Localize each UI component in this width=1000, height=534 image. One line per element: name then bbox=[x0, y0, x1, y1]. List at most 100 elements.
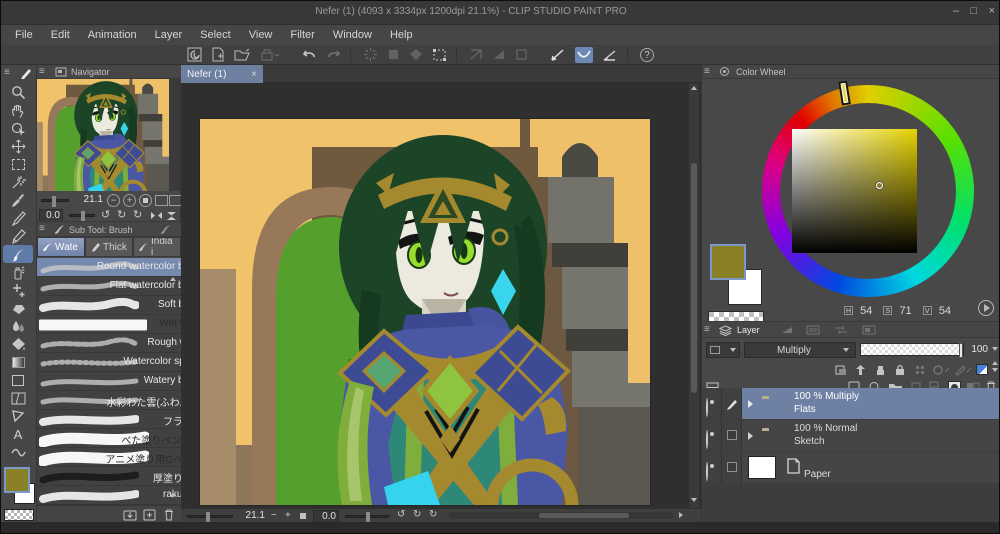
layer-opacity-slider[interactable] bbox=[860, 343, 964, 358]
saturation-value-square[interactable] bbox=[792, 129, 917, 253]
color-wheel-menu-icon[interactable]: ≡ bbox=[704, 65, 710, 79]
vertical-scroll-thumb[interactable] bbox=[691, 163, 697, 393]
navigator-rotation-slider[interactable] bbox=[69, 211, 95, 222]
color-mode-toggle-button[interactable] bbox=[978, 300, 994, 316]
document-tab[interactable]: Nefer (1) × bbox=[181, 65, 263, 83]
brush-item[interactable]: Wet wash bbox=[37, 315, 181, 334]
open-file-icon[interactable] bbox=[234, 48, 251, 62]
eyedropper-tool-icon[interactable] bbox=[3, 191, 33, 209]
subtool-menu-icon[interactable]: ≡ bbox=[39, 222, 45, 236]
navigator-rotate-cw-button[interactable]: ↻ bbox=[117, 208, 126, 221]
clip-to-layer-below-icon[interactable] bbox=[834, 364, 847, 376]
folder-expand-arrow[interactable] bbox=[748, 400, 753, 408]
brush-item[interactable]: 水彩わた雲(ふわふわ) bbox=[37, 391, 181, 410]
snap-off-2-icon[interactable] bbox=[492, 48, 506, 61]
subtool-tab-thick-paint[interactable]: Thick bbox=[85, 237, 133, 257]
undo-icon[interactable] bbox=[302, 48, 317, 62]
layer-tab-4-icon[interactable] bbox=[834, 325, 848, 335]
blend-mode-combo[interactable]: Multiply bbox=[744, 342, 856, 358]
paper-thumbnail[interactable] bbox=[748, 456, 776, 479]
main-color-swatch[interactable] bbox=[710, 244, 746, 280]
transparent-color-swatch[interactable] bbox=[4, 509, 34, 521]
canvas-reset-rotation-button[interactable]: ↻ bbox=[429, 509, 437, 520]
brush-list-scroll-up[interactable] bbox=[170, 260, 176, 281]
menu-animation[interactable]: Animation bbox=[88, 29, 137, 41]
selection-tool-icon[interactable] bbox=[3, 155, 33, 173]
canvas-rotate-ccw-button[interactable]: ↺ bbox=[397, 509, 405, 520]
figure-tool-icon[interactable] bbox=[3, 371, 33, 389]
layer-tab-3-icon[interactable] bbox=[806, 325, 820, 335]
scroll-right-arrow[interactable] bbox=[679, 512, 683, 518]
canvas-fit-button[interactable] bbox=[300, 513, 306, 519]
layer-checkbox[interactable] bbox=[727, 430, 737, 440]
navigator-zoom-out-button[interactable]: − bbox=[107, 194, 120, 207]
frame-border-tool-icon[interactable] bbox=[3, 389, 33, 407]
document-tab-close-icon[interactable]: × bbox=[251, 69, 257, 80]
snap-to-special-ruler-icon[interactable] bbox=[575, 46, 593, 63]
layer-tab-5-icon[interactable] bbox=[862, 325, 876, 335]
layer-visibility-icon[interactable] bbox=[706, 430, 708, 449]
menu-select[interactable]: Select bbox=[200, 29, 231, 41]
reference-layer-icon[interactable] bbox=[854, 364, 867, 376]
primary-color-swatch[interactable] bbox=[4, 467, 30, 493]
navigator-menu-icon[interactable]: ≡ bbox=[39, 65, 45, 79]
navigator-100-button[interactable] bbox=[155, 195, 168, 206]
decoration-tool-icon[interactable] bbox=[3, 281, 33, 299]
canvas-zoom-in-button[interactable]: + bbox=[285, 510, 291, 521]
blend-tool-icon[interactable] bbox=[3, 317, 33, 335]
brush-item[interactable]: Flat watercolor brush bbox=[37, 277, 181, 296]
menu-help[interactable]: Help bbox=[390, 29, 413, 41]
fill-tool-icon[interactable] bbox=[3, 335, 33, 353]
layer-panel-menu-icon[interactable]: ≡ bbox=[704, 323, 710, 337]
brush-item[interactable]: べた塗りペン_QM bbox=[37, 429, 181, 448]
canvas-rotate-cw-button[interactable]: ↻ bbox=[413, 509, 421, 520]
lock-layer-icon[interactable] bbox=[894, 364, 906, 376]
navigator-rotate-ccw-button[interactable]: ↺ bbox=[101, 208, 110, 221]
brush-item[interactable]: Soft bleed bbox=[37, 296, 181, 315]
canvas-horizontal-scrollbar[interactable] bbox=[449, 512, 673, 519]
menu-filter[interactable]: Filter bbox=[290, 29, 314, 41]
navigator-zoom-value[interactable]: 21.1 bbox=[75, 194, 103, 205]
canvas-document[interactable] bbox=[200, 119, 650, 505]
brush-item[interactable]: アニメ塗り用Gペン改 bbox=[37, 448, 181, 467]
canvas-zoom-value[interactable]: 21.1 bbox=[237, 510, 265, 521]
scroll-up-arrow[interactable] bbox=[691, 86, 697, 90]
auto-select-tool-icon[interactable] bbox=[3, 173, 33, 191]
canvas-zoom-out-button[interactable]: − bbox=[271, 510, 277, 521]
canvas-zoom-slider[interactable] bbox=[187, 512, 233, 523]
navigator-reset-rotation-button[interactable]: ↻ bbox=[133, 208, 142, 221]
layer-visibility-icon[interactable] bbox=[706, 462, 708, 481]
brush-item[interactable]: Watery brush bbox=[37, 372, 181, 391]
tool-strip-menu-icon[interactable]: ≡ bbox=[4, 66, 10, 80]
snap-off-3-icon[interactable] bbox=[515, 48, 528, 61]
canvas-vertical-scrollbar[interactable] bbox=[689, 83, 699, 508]
navigator-thumbnail[interactable] bbox=[37, 79, 181, 191]
layer-opacity-value[interactable]: 100 bbox=[968, 344, 988, 355]
brush-item[interactable]: rakuPEN bbox=[37, 486, 181, 505]
help-icon[interactable]: ? bbox=[640, 47, 654, 62]
opacity-slider-handle[interactable] bbox=[959, 343, 963, 358]
folder-expand-arrow[interactable] bbox=[748, 432, 753, 440]
menu-view[interactable]: View bbox=[249, 29, 273, 41]
draft-layer-icon[interactable] bbox=[954, 364, 972, 376]
snap-to-grid-icon[interactable] bbox=[602, 48, 618, 62]
layer-color-swatch[interactable] bbox=[976, 364, 988, 375]
eraser-tool-icon[interactable] bbox=[3, 299, 33, 317]
maximize-button[interactable]: □ bbox=[970, 5, 977, 17]
text-tool-icon[interactable]: A bbox=[3, 425, 33, 443]
airbrush-tool-icon[interactable] bbox=[3, 263, 33, 281]
canvas-rotation-slider[interactable] bbox=[345, 512, 389, 523]
import-subtool-icon[interactable] bbox=[123, 508, 137, 521]
zoom-tool-icon[interactable] bbox=[3, 83, 33, 101]
subtool-tab-watercolor[interactable]: Wate bbox=[37, 237, 85, 257]
correct-line-tool-icon[interactable] bbox=[3, 407, 33, 425]
layer-row-sketch[interactable]: 100 % Normal Sketch bbox=[702, 420, 999, 451]
minimize-button[interactable]: – bbox=[953, 5, 959, 17]
close-button[interactable]: × bbox=[989, 5, 995, 17]
enable-mask-icon[interactable] bbox=[914, 364, 926, 376]
snap-to-ruler-icon[interactable] bbox=[550, 48, 566, 62]
operation-tool-icon[interactable] bbox=[3, 119, 33, 137]
navigator-zoom-slider[interactable] bbox=[41, 196, 69, 207]
create-subtool-icon[interactable] bbox=[143, 508, 157, 521]
navigator-zoom-in-button[interactable]: + bbox=[123, 194, 136, 207]
